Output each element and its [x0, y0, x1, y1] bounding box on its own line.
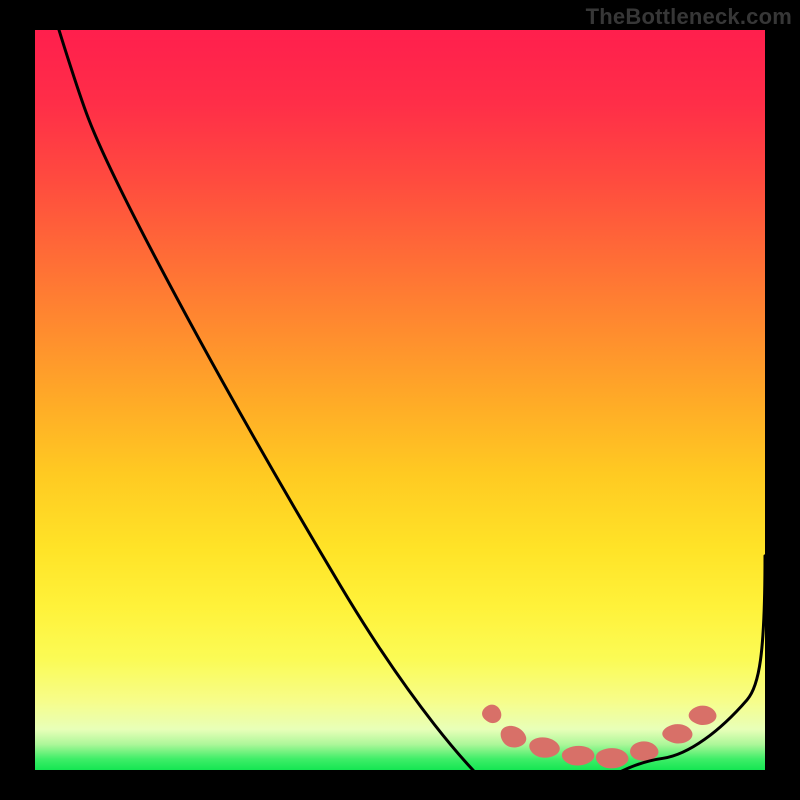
chart-frame: TheBottleneck.com — [0, 0, 800, 800]
plot-area — [35, 30, 765, 770]
gradient-rect — [35, 30, 765, 770]
watermark-text: TheBottleneck.com — [586, 4, 792, 30]
gradient-background — [35, 30, 765, 770]
